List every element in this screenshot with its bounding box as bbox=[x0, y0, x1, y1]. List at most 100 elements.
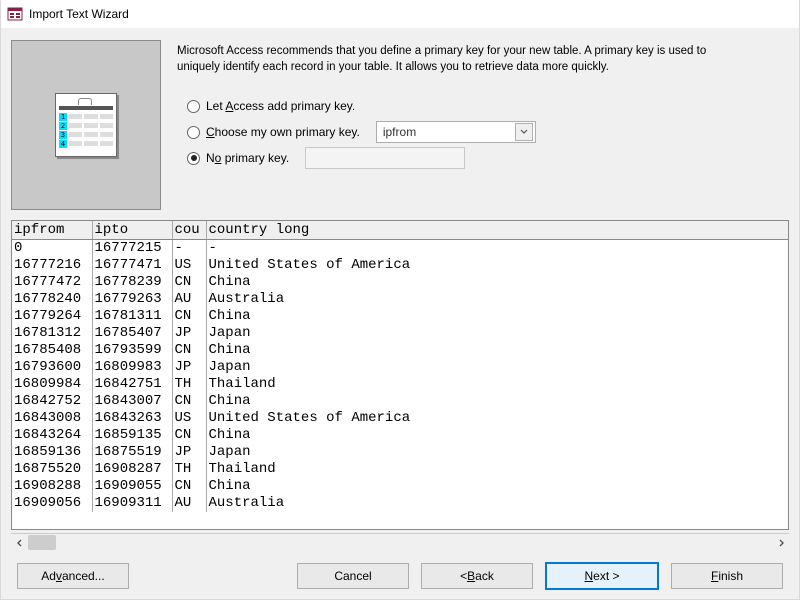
table-row[interactable]: 1677747216778239CNChina bbox=[12, 274, 788, 291]
cancel-button[interactable]: Cancel bbox=[297, 563, 409, 589]
table-cell: 16909055 bbox=[92, 478, 172, 495]
table-cell: 16777216 bbox=[12, 257, 92, 274]
table-cell: 16777471 bbox=[92, 257, 172, 274]
table-cell: China bbox=[206, 393, 788, 410]
table-cell: 16809984 bbox=[12, 376, 92, 393]
chevron-down-icon[interactable] bbox=[515, 123, 533, 141]
instruction-text: Microsoft Access recommends that you def… bbox=[177, 44, 737, 75]
table-row[interactable]: 1690828816909055CNChina bbox=[12, 478, 788, 495]
table-cell: CN bbox=[172, 274, 206, 291]
table-cell: 0 bbox=[12, 240, 92, 258]
table-row[interactable]: 016777215-- bbox=[12, 240, 788, 258]
table-cell: China bbox=[206, 274, 788, 291]
table-cell: 16781311 bbox=[92, 308, 172, 325]
next-button[interactable]: Next > bbox=[545, 562, 659, 590]
table-cell: 16909056 bbox=[12, 495, 92, 512]
scroll-right-icon[interactable] bbox=[772, 534, 789, 551]
table-cell: CN bbox=[172, 393, 206, 410]
table-cell: JP bbox=[172, 444, 206, 461]
table-cell: 16859136 bbox=[12, 444, 92, 461]
table-cell: - bbox=[206, 240, 788, 258]
table-cell: AU bbox=[172, 291, 206, 308]
table-cell: TH bbox=[172, 461, 206, 478]
wizard-body: 1234 Microsoft Access recommends that yo… bbox=[1, 28, 799, 599]
table-cell: 16785408 bbox=[12, 342, 92, 359]
wizard-button-bar: Advanced... Cancel < Back Next > Finish bbox=[1, 553, 799, 599]
advanced-button[interactable]: Advanced... bbox=[17, 563, 129, 589]
table-cell: CN bbox=[172, 478, 206, 495]
table-cell: 16909311 bbox=[92, 495, 172, 512]
table-key-illustration: 1234 bbox=[55, 93, 117, 157]
combo-value: ipfrom bbox=[383, 125, 416, 139]
table-cell: 16785407 bbox=[92, 325, 172, 342]
table-cell: 16843007 bbox=[92, 393, 172, 410]
column-header[interactable]: country long bbox=[206, 221, 788, 240]
table-row[interactable]: 1677824016779263AUAustralia bbox=[12, 291, 788, 308]
table-cell: 16781312 bbox=[12, 325, 92, 342]
table-cell: CN bbox=[172, 342, 206, 359]
app-icon bbox=[7, 6, 23, 22]
scrollbar-thumb[interactable] bbox=[28, 535, 56, 550]
table-cell: United States of America bbox=[206, 257, 788, 274]
table-cell: 16809983 bbox=[92, 359, 172, 376]
table-row[interactable]: 1684326416859135CNChina bbox=[12, 427, 788, 444]
table-cell: Japan bbox=[206, 325, 788, 342]
table-cell: 16859135 bbox=[92, 427, 172, 444]
option-choose-own[interactable]: Choose my own primary key. ipfrom bbox=[187, 119, 789, 145]
table-cell: 16777472 bbox=[12, 274, 92, 291]
scroll-left-icon[interactable] bbox=[11, 534, 28, 551]
import-text-wizard-window: Import Text Wizard 1234 Microsoft Access… bbox=[0, 0, 800, 600]
disabled-field-placeholder bbox=[305, 147, 465, 169]
table-row[interactable]: 1684275216843007CNChina bbox=[12, 393, 788, 410]
table-cell: 16793600 bbox=[12, 359, 92, 376]
primary-key-field-combo[interactable]: ipfrom bbox=[376, 121, 536, 143]
table-cell: China bbox=[206, 308, 788, 325]
table-row[interactable]: 1687552016908287THThailand bbox=[12, 461, 788, 478]
titlebar: Import Text Wizard bbox=[1, 0, 799, 29]
table-cell: - bbox=[172, 240, 206, 258]
option-no-primary-key[interactable]: No primary key. bbox=[187, 145, 789, 171]
primary-key-options: Let Access add primary key. Choose my ow… bbox=[187, 93, 789, 171]
table-cell: 16875520 bbox=[12, 461, 92, 478]
radio-choose-own[interactable] bbox=[187, 126, 200, 139]
column-header[interactable]: ipto bbox=[92, 221, 172, 240]
table-row[interactable]: 1684300816843263USUnited States of Ameri… bbox=[12, 410, 788, 427]
table-cell: China bbox=[206, 342, 788, 359]
table-row[interactable]: 1680998416842751THThailand bbox=[12, 376, 788, 393]
table-cell: CN bbox=[172, 308, 206, 325]
option-let-access[interactable]: Let Access add primary key. bbox=[187, 93, 789, 119]
table-cell: China bbox=[206, 478, 788, 495]
table-cell: Thailand bbox=[206, 376, 788, 393]
table-cell: US bbox=[172, 257, 206, 274]
back-button[interactable]: < Back bbox=[421, 563, 533, 589]
table-row[interactable]: 1678540816793599CNChina bbox=[12, 342, 788, 359]
table-row[interactable]: 1679360016809983JPJapan bbox=[12, 359, 788, 376]
data-preview-grid[interactable]: ipfromiptocoucountry long 016777215--167… bbox=[11, 220, 789, 530]
table-cell: 16842752 bbox=[12, 393, 92, 410]
table-cell: 16779263 bbox=[92, 291, 172, 308]
table-row[interactable]: 1677926416781311CNChina bbox=[12, 308, 788, 325]
radio-no-primary-key[interactable] bbox=[187, 152, 200, 165]
table-cell: 16908287 bbox=[92, 461, 172, 478]
window-title: Import Text Wizard bbox=[29, 7, 129, 21]
table-cell: Australia bbox=[206, 291, 788, 308]
illustration-panel: 1234 bbox=[11, 40, 161, 210]
column-header[interactable]: cou bbox=[172, 221, 206, 240]
table-cell: United States of America bbox=[206, 410, 788, 427]
table-row[interactable]: 1678131216785407JPJapan bbox=[12, 325, 788, 342]
table-cell: US bbox=[172, 410, 206, 427]
radio-let-access[interactable] bbox=[187, 100, 200, 113]
finish-button[interactable]: Finish bbox=[671, 563, 783, 589]
table-row[interactable]: 1685913616875519JPJapan bbox=[12, 444, 788, 461]
column-header[interactable]: ipfrom bbox=[12, 221, 92, 240]
table-cell: 16843263 bbox=[92, 410, 172, 427]
horizontal-scrollbar[interactable] bbox=[11, 533, 789, 551]
table-cell: 16843008 bbox=[12, 410, 92, 427]
table-cell: 16842751 bbox=[92, 376, 172, 393]
instructions-panel: Microsoft Access recommends that you def… bbox=[177, 38, 789, 210]
table-row[interactable]: 1677721616777471USUnited States of Ameri… bbox=[12, 257, 788, 274]
table-row[interactable]: 1690905616909311AUAustralia bbox=[12, 495, 788, 512]
option-let-access-label: Let Access add primary key. bbox=[206, 99, 355, 113]
scrollbar-track[interactable] bbox=[28, 534, 772, 551]
table-cell: AU bbox=[172, 495, 206, 512]
